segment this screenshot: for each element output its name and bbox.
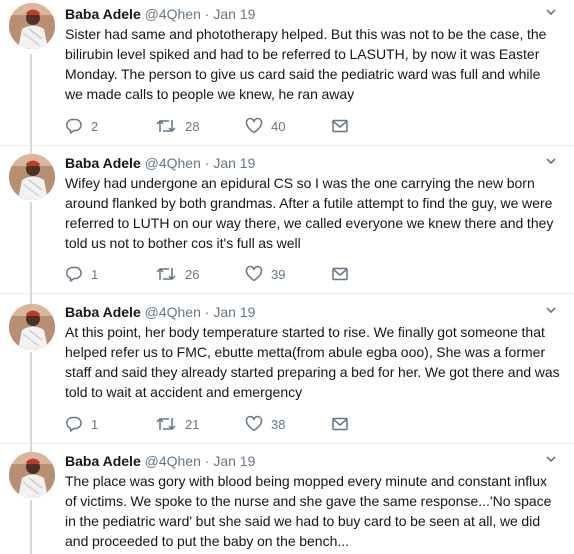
- tweet-header: Baba Adele @4Qhen · Jan 19: [65, 5, 560, 23]
- direct-message-button[interactable]: [331, 265, 349, 283]
- separator: ·: [204, 453, 210, 469]
- like-count: 38: [271, 416, 286, 432]
- reply-button[interactable]: 2: [65, 117, 155, 135]
- heart-icon: [245, 415, 263, 432]
- retweet-count: 28: [185, 118, 200, 134]
- avatar[interactable]: [9, 154, 55, 200]
- tweet-header: Baba Adele @4Qhen · Jan 19: [65, 154, 560, 172]
- retweet-count: 21: [185, 416, 200, 432]
- author-handle[interactable]: @4Qhen: [145, 453, 201, 469]
- reply-button[interactable]: 1: [65, 415, 155, 433]
- retweet-icon: [156, 120, 176, 132]
- heart-icon: [245, 117, 263, 134]
- tweet-timestamp[interactable]: Jan 19: [213, 453, 255, 469]
- thread-connector: [30, 294, 32, 304]
- envelope-icon: [332, 119, 348, 133]
- tweet-text: The place was gory with blood being mopp…: [65, 473, 552, 549]
- author-handle[interactable]: @4Qhen: [145, 304, 201, 320]
- reply-icon: [66, 118, 82, 134]
- reply-count: 1: [91, 266, 99, 282]
- like-count: 39: [271, 266, 286, 282]
- tweet-content: Baba Adele @4Qhen · Jan 19 At this point…: [65, 303, 560, 402]
- envelope-icon: [332, 267, 348, 281]
- reply-icon: [66, 266, 82, 282]
- separator: ·: [204, 155, 210, 171]
- tweet[interactable]: Baba Adele @4Qhen · Jan 19 Sister had sa…: [0, 0, 574, 146]
- thread-connector: [30, 202, 32, 294]
- thread-connector: [30, 500, 32, 554]
- author-name[interactable]: Baba Adele: [65, 6, 141, 22]
- author-name[interactable]: Baba Adele: [65, 453, 141, 469]
- tweet-content: Baba Adele @4Qhen · Jan 19 Wifey had und…: [65, 154, 560, 253]
- reply-button[interactable]: 1: [65, 265, 155, 283]
- chevron-down-icon[interactable]: [544, 5, 558, 19]
- tweet-text: At this point, her body temperature star…: [65, 324, 560, 400]
- tweet-actions: 2 28 40: [65, 117, 349, 135]
- thread-connector: [30, 352, 32, 444]
- reply-icon: [66, 416, 82, 432]
- retweet-button[interactable]: 21: [155, 415, 245, 433]
- heart-icon: [245, 265, 263, 282]
- author-name[interactable]: Baba Adele: [65, 304, 141, 320]
- avatar[interactable]: [9, 304, 55, 350]
- author-handle[interactable]: @4Qhen: [145, 6, 201, 22]
- separator: ·: [204, 304, 210, 320]
- tweet-timestamp[interactable]: Jan 19: [213, 304, 255, 320]
- chevron-down-icon[interactable]: [544, 452, 558, 466]
- avatar[interactable]: [9, 452, 55, 498]
- chevron-down-icon[interactable]: [544, 154, 558, 168]
- direct-message-button[interactable]: [331, 117, 349, 135]
- tweet-content: Baba Adele @4Qhen · Jan 19 The place was…: [65, 452, 560, 551]
- tweet-text: Sister had same and phototherapy helped.…: [65, 26, 547, 102]
- retweet-button[interactable]: 28: [155, 117, 245, 135]
- tweet[interactable]: Baba Adele @4Qhen · Jan 19 At this point…: [0, 294, 574, 444]
- envelope-icon: [332, 417, 348, 431]
- retweet-button[interactable]: 26: [155, 265, 245, 283]
- author-name[interactable]: Baba Adele: [65, 155, 141, 171]
- thread-connector: [30, 444, 32, 452]
- like-button[interactable]: 39: [245, 265, 331, 283]
- tweet-timestamp[interactable]: Jan 19: [213, 6, 255, 22]
- tweet-text: Wifey had undergone an epidural CS so I …: [65, 175, 554, 251]
- tweet-timestamp[interactable]: Jan 19: [213, 155, 255, 171]
- avatar[interactable]: [9, 3, 55, 49]
- like-button[interactable]: 38: [245, 415, 331, 433]
- retweet-icon: [156, 268, 176, 280]
- tweet[interactable]: Baba Adele @4Qhen · Jan 19 Wifey had und…: [0, 146, 574, 294]
- reply-count: 2: [91, 118, 99, 134]
- author-handle[interactable]: @4Qhen: [145, 155, 201, 171]
- like-count: 40: [271, 118, 286, 134]
- retweet-icon: [156, 418, 176, 430]
- tweet-actions: 1 21 38: [65, 415, 349, 433]
- tweet-thread: Baba Adele @4Qhen · Jan 19 Sister had sa…: [0, 0, 574, 554]
- tweet[interactable]: Baba Adele @4Qhen · Jan 19 The place was…: [0, 444, 574, 554]
- chevron-down-icon[interactable]: [544, 303, 558, 317]
- reply-count: 1: [91, 416, 99, 432]
- thread-connector: [30, 54, 32, 146]
- tweet-header: Baba Adele @4Qhen · Jan 19: [65, 303, 560, 321]
- tweet-header: Baba Adele @4Qhen · Jan 19: [65, 452, 560, 470]
- retweet-count: 26: [185, 266, 200, 282]
- like-button[interactable]: 40: [245, 117, 331, 135]
- separator: ·: [204, 6, 210, 22]
- direct-message-button[interactable]: [331, 415, 349, 433]
- thread-connector: [30, 146, 32, 154]
- tweet-content: Baba Adele @4Qhen · Jan 19 Sister had sa…: [65, 5, 560, 104]
- tweet-actions: 1 26 39: [65, 265, 349, 283]
